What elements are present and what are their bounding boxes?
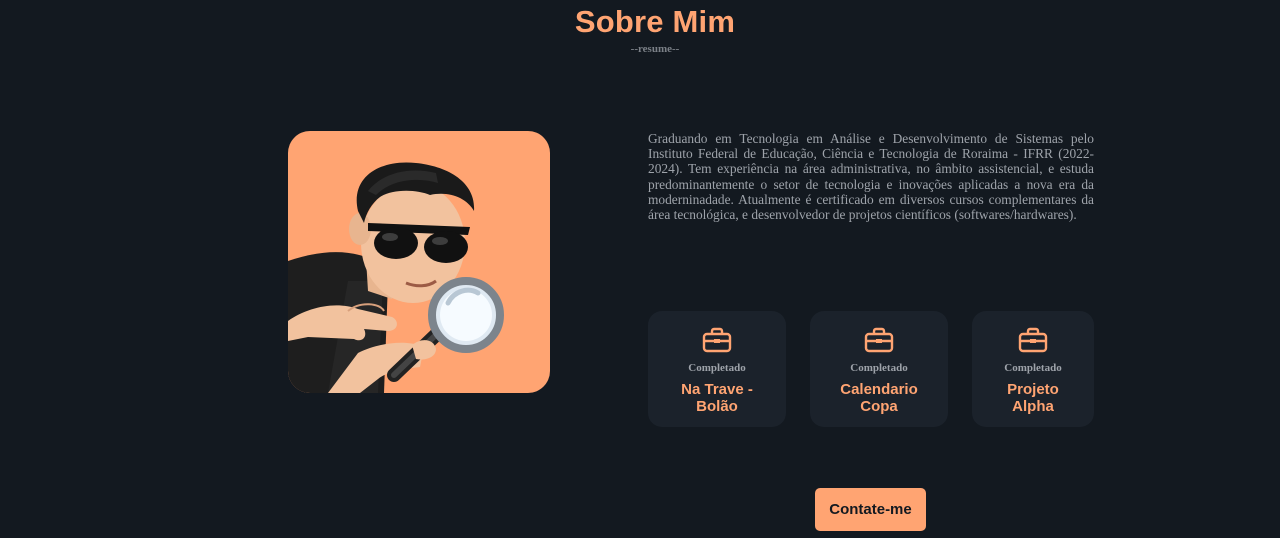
project-status: Completado bbox=[1004, 362, 1062, 374]
project-status: Completado bbox=[688, 362, 746, 374]
project-card[interactable]: Completado Calendario Copa bbox=[810, 311, 948, 427]
project-status: Completado bbox=[850, 362, 908, 374]
briefcase-icon bbox=[864, 327, 894, 353]
project-card[interactable]: Completado Na Trave - Bolão bbox=[648, 311, 786, 427]
section-title: Sobre Mim bbox=[574, 4, 736, 39]
contact-button[interactable]: Contate-me bbox=[815, 488, 926, 531]
avatar-illustration bbox=[288, 162, 504, 393]
project-name: Projeto Alpha bbox=[1007, 381, 1059, 415]
section-subtitle: --resume-- bbox=[630, 43, 680, 55]
bio-text: Graduando em Tecnologia em Análise e Des… bbox=[648, 131, 1094, 223]
briefcase-icon bbox=[702, 327, 732, 353]
project-name: Na Trave - Bolão bbox=[681, 381, 753, 415]
briefcase-icon bbox=[1018, 327, 1048, 353]
project-name: Calendario Copa bbox=[840, 381, 918, 415]
avatar bbox=[288, 131, 550, 393]
project-card[interactable]: Completado Projeto Alpha bbox=[972, 311, 1094, 427]
